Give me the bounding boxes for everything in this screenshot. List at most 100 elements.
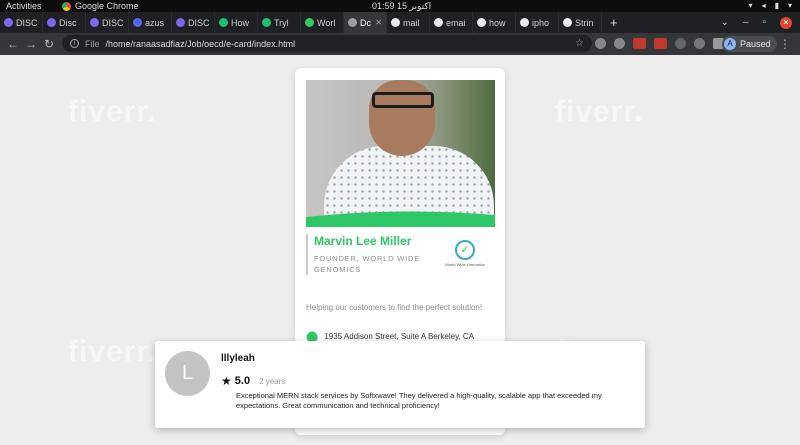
window-controls: ⌄ – ▫ ✕ bbox=[721, 12, 800, 33]
tray-menu-icon: ▾ bbox=[787, 1, 792, 10]
reviewer-avatar: L bbox=[165, 351, 210, 396]
app-menu-label: Google Chrome bbox=[75, 1, 139, 11]
forward-arrow-icon[interactable]: → bbox=[22, 37, 40, 51]
back-arrow-icon[interactable]: ← bbox=[4, 37, 22, 51]
browser-tab[interactable]: Strin bbox=[559, 12, 602, 33]
network-icon: ▾ bbox=[748, 1, 753, 10]
browser-tab[interactable]: emai bbox=[430, 12, 473, 33]
address-bar[interactable]: i File /home/ranaasadfiaz/Job/oecd/e-car… bbox=[62, 35, 592, 52]
browser-tab[interactable]: Dc ✕ bbox=[344, 12, 387, 33]
page-viewport: fiverr. fiverr. fiverr. fiverr. fiverr. … bbox=[0, 55, 800, 445]
extension-icon[interactable] bbox=[694, 38, 705, 49]
person-name: Marvin Lee Miller bbox=[314, 234, 412, 248]
extension-icon[interactable] bbox=[595, 38, 606, 49]
tab-favicon-icon bbox=[176, 18, 185, 27]
tab-favicon-icon bbox=[4, 18, 13, 27]
volume-icon: ◂ bbox=[761, 1, 766, 10]
system-top-bar: Activities Google Chrome 01:59 اکتوبر 15… bbox=[0, 0, 800, 12]
tab-label: Disc bbox=[59, 17, 77, 28]
tab-favicon-icon bbox=[219, 18, 228, 27]
reload-icon[interactable]: ↻ bbox=[40, 37, 58, 51]
tab-label: Worl bbox=[317, 17, 336, 28]
company-logo-icon: ✓ bbox=[455, 240, 475, 260]
url-text: /home/ranaasadfiaz/Job/oecd/e-card/index… bbox=[105, 38, 296, 49]
bookmark-star-icon[interactable]: ☆ bbox=[575, 38, 584, 49]
watermark: fiverr. bbox=[68, 95, 157, 128]
reviewer-name: lllyleah bbox=[221, 353, 255, 364]
battery-icon: ▮ bbox=[774, 1, 779, 10]
system-clock[interactable]: 01:59 اکتوبر 15 bbox=[372, 0, 431, 12]
profile-button[interactable]: A Paused bbox=[722, 36, 777, 52]
review-age: 2 years bbox=[259, 376, 286, 386]
menu-kebab-icon[interactable]: ⋮ bbox=[776, 37, 794, 51]
tab-label: Tryl bbox=[274, 17, 289, 28]
browser-tab[interactable]: Disc bbox=[43, 12, 86, 33]
watermark: fiverr. bbox=[68, 335, 157, 368]
system-tray[interactable]: ▾ ◂ ▮ ▾ bbox=[749, 0, 792, 12]
tab-favicon-icon bbox=[305, 18, 314, 27]
tab-label: how bbox=[489, 17, 506, 28]
tab-label: DISC bbox=[16, 17, 38, 28]
review-popup: L lllyleah ★ 5.0 2 years Exceptional MER… bbox=[155, 341, 645, 428]
browser-tab[interactable]: ipho bbox=[516, 12, 559, 33]
tab-favicon-icon bbox=[133, 18, 142, 27]
adblock-icon[interactable] bbox=[633, 38, 646, 49]
extension-icon[interactable] bbox=[614, 38, 625, 49]
browser-tab[interactable]: DISC bbox=[172, 12, 215, 33]
close-window-button[interactable]: ✕ bbox=[780, 16, 792, 29]
browser-tab[interactable]: DISC bbox=[0, 12, 43, 33]
tab-list: DISC Disc DISC azus DISC How Tryl Worl Dc ✕ mail em… bbox=[0, 12, 602, 33]
browser-tab[interactable]: Tryl bbox=[258, 12, 301, 33]
profile-status: Paused bbox=[740, 39, 771, 49]
activities-button[interactable]: Activities bbox=[6, 0, 42, 12]
close-tab-icon[interactable]: ✕ bbox=[375, 18, 382, 27]
extension-icon[interactable] bbox=[675, 38, 686, 49]
browser-tab[interactable]: Worl bbox=[301, 12, 344, 33]
tab-label: azus bbox=[145, 17, 165, 28]
new-tab-button[interactable]: + bbox=[610, 15, 618, 30]
company-logo-text: World Wide Genomics bbox=[445, 262, 485, 267]
extension-icon[interactable] bbox=[654, 38, 667, 49]
browser-toolbar: ← → ↻ i File /home/ranaasadfiaz/Job/oecd… bbox=[0, 33, 800, 55]
browser-tab[interactable]: DISC bbox=[86, 12, 129, 33]
tab-favicon-icon bbox=[520, 18, 529, 27]
app-menu[interactable]: Google Chrome bbox=[62, 0, 139, 12]
name-block: Marvin Lee Miller FOUNDER, WORLD WIDE GE… bbox=[306, 234, 436, 275]
tab-favicon-icon bbox=[477, 18, 486, 27]
tab-label: ipho bbox=[532, 17, 550, 28]
green-wave-decoration bbox=[306, 211, 495, 227]
tab-search-icon[interactable]: ⌄ bbox=[721, 17, 729, 28]
tab-favicon-icon bbox=[90, 18, 99, 27]
review-text: Exceptional MERN stack services by Softx… bbox=[236, 391, 602, 410]
tagline: Helping our customers to find the perfec… bbox=[306, 303, 483, 312]
tab-strip: DISC Disc DISC azus DISC How Tryl Worl Dc ✕ mail em… bbox=[0, 12, 800, 33]
browser-tab[interactable]: mail bbox=[387, 12, 430, 33]
minimize-button[interactable]: – bbox=[743, 17, 749, 28]
maximize-button[interactable]: ▫ bbox=[762, 17, 766, 28]
browser-tab[interactable]: azus bbox=[129, 12, 172, 33]
tab-label: How bbox=[231, 17, 250, 28]
url-scheme: File bbox=[85, 38, 100, 49]
tab-label: Dc bbox=[360, 17, 371, 28]
tab-label: DISC bbox=[188, 17, 210, 28]
tab-favicon-icon bbox=[47, 18, 56, 27]
tab-favicon-icon bbox=[262, 18, 271, 27]
tab-label: Strin bbox=[575, 17, 594, 28]
tab-favicon-icon bbox=[563, 18, 572, 27]
person-role: FOUNDER, WORLD WIDE GENOMICS bbox=[314, 254, 421, 274]
watermark: fiverr. bbox=[555, 95, 644, 128]
browser-tab[interactable]: how bbox=[473, 12, 516, 33]
tab-label: mail bbox=[403, 17, 420, 28]
rating-score: 5.0 bbox=[234, 375, 251, 387]
profile-avatar: A bbox=[724, 38, 736, 50]
tab-label: DISC bbox=[102, 17, 124, 28]
browser-tab[interactable]: How bbox=[215, 12, 258, 33]
tab-label: emai bbox=[446, 17, 466, 28]
tab-favicon-icon bbox=[391, 18, 400, 27]
tab-favicon-icon bbox=[434, 18, 443, 27]
chrome-icon bbox=[62, 1, 71, 11]
profile-photo bbox=[306, 80, 495, 227]
extensions-area bbox=[595, 38, 724, 49]
star-icon: ★ bbox=[221, 374, 232, 388]
info-icon[interactable]: i bbox=[70, 39, 79, 48]
